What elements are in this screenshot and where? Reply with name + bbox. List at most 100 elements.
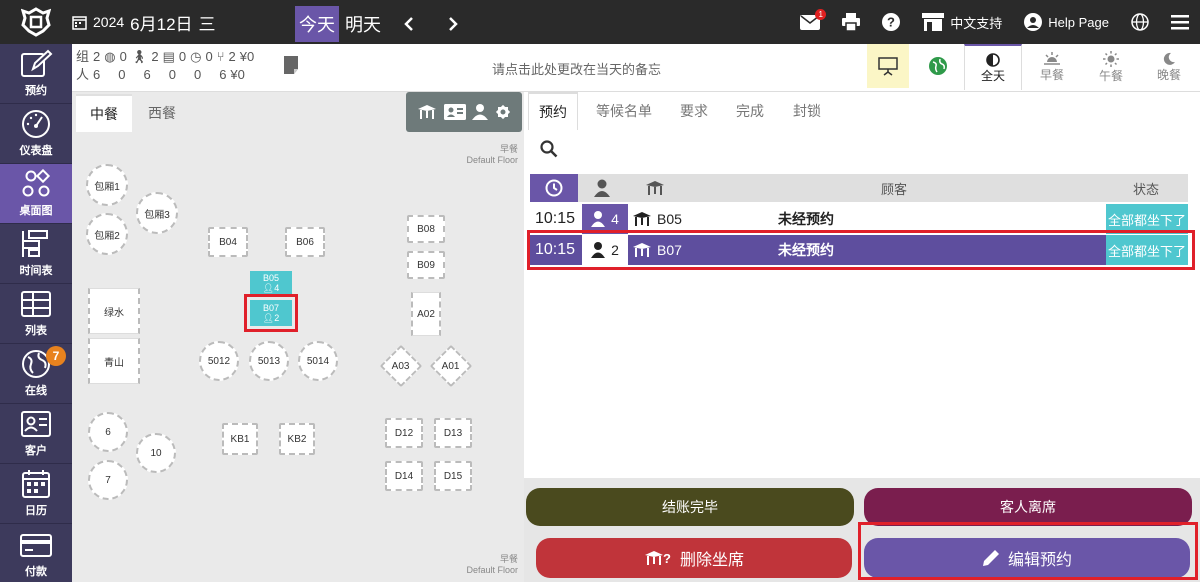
table-5012[interactable]: 5012 (199, 341, 239, 381)
table-5013[interactable]: 5013 (249, 341, 289, 381)
tomorrow-button[interactable]: 明天 (342, 6, 384, 42)
meal-tab-label: 全天 (980, 68, 1005, 83)
table-baoxiang1[interactable]: 包厢1 (86, 164, 128, 206)
floor-tab-chinese[interactable]: 中餐 (76, 94, 132, 132)
online-filter-button[interactable] (920, 44, 956, 88)
sidebar-item-online[interactable]: 在线 7 (0, 344, 72, 404)
table-baoxiang3[interactable]: 包厢3 (136, 192, 178, 234)
person-icon[interactable] (472, 104, 489, 120)
table-label: KB1 (230, 433, 250, 445)
prev-day-button[interactable] (394, 6, 424, 42)
year: 2024 (93, 14, 125, 30)
table-7[interactable]: 7 (88, 460, 128, 500)
floor-tools (406, 92, 522, 132)
table-label: B08 (417, 223, 435, 235)
globe-small-icon: ◍ (104, 49, 116, 64)
calendar-icon (72, 15, 87, 30)
table-b09[interactable]: B09 (407, 251, 445, 279)
table-question-icon: ? (644, 551, 671, 566)
menu-button[interactable] (1160, 0, 1200, 44)
stat-value: 0 (205, 49, 213, 64)
table-6[interactable]: 6 (88, 412, 128, 452)
tab-waitlist[interactable]: 等候名单 (596, 92, 652, 130)
sidebar-item-calendar[interactable]: 日历 (0, 464, 72, 524)
table-d13[interactable]: D13 (434, 418, 472, 448)
sidebar-item-customers[interactable]: 客户 (0, 404, 72, 464)
top-bar: 2024 6月12日 三 今天 明天 1 ? 中文支持 Help Page (0, 0, 1200, 44)
floor-tab-western[interactable]: 西餐 (134, 94, 190, 132)
sort-time-header[interactable] (530, 174, 578, 202)
table-tool-icon[interactable] (417, 104, 437, 120)
id-card-icon[interactable] (443, 104, 466, 120)
search-bar[interactable] (528, 130, 1200, 168)
help-page-link[interactable]: Help Page (1013, 0, 1120, 44)
help-button[interactable]: ? (871, 0, 911, 44)
tab-blocked[interactable]: 封锁 (793, 92, 821, 130)
sidebar-item-floor-map[interactable]: 桌面图 (0, 164, 72, 224)
meal-tab-label: 午餐 (1098, 68, 1123, 83)
app-logo[interactable] (0, 0, 72, 44)
table-10[interactable]: 10 (136, 433, 176, 473)
table-qingshan[interactable]: 青山 (88, 338, 140, 384)
hamburger-icon (1171, 15, 1189, 30)
presentation-button[interactable] (867, 44, 909, 88)
meal-tab-all-day[interactable]: 全天 (964, 44, 1022, 90)
table-b08[interactable]: B08 (407, 215, 445, 243)
sidebar-item-reservations[interactable]: 预约 (0, 44, 72, 104)
stat-label-people: 人 (76, 67, 90, 82)
print-button[interactable] (831, 0, 871, 44)
table-b05[interactable]: B05 👤︎4 (250, 271, 292, 295)
table-d12[interactable]: D12 (385, 418, 423, 448)
table-d14[interactable]: D14 (385, 461, 423, 491)
sort-guests-header[interactable] (578, 174, 626, 202)
table-label: 包厢1 (94, 181, 120, 193)
status-header[interactable]: 状态 (1104, 174, 1188, 202)
tab-completed[interactable]: 完成 (736, 92, 764, 130)
date-picker[interactable]: 2024 6月12日 三 (72, 0, 216, 44)
sidebar-item-dashboard[interactable]: 仪表盘 (0, 104, 72, 164)
person-icon (594, 179, 610, 197)
half-circle-icon (986, 52, 1000, 67)
gear-layout-icon[interactable] (495, 104, 511, 120)
guest-leave-button[interactable]: 客人离席 (864, 488, 1192, 526)
meal-tab-lunch[interactable]: 午餐 (1082, 44, 1140, 90)
sidebar-item-payment[interactable]: 付款 (0, 524, 72, 584)
table-lvshui[interactable]: 绿水 (88, 288, 140, 334)
messages-button[interactable]: 1 (789, 0, 831, 44)
sidebar-item-list[interactable]: 列表 (0, 284, 72, 344)
floor-meal-label: 早餐 (499, 144, 518, 154)
table-5014[interactable]: 5014 (298, 341, 338, 381)
table-icon (21, 291, 51, 317)
logo-icon (21, 7, 51, 37)
table-b04[interactable]: B04 (208, 227, 248, 257)
table-label: 包厢2 (94, 230, 120, 242)
guest-count: 👤︎4 (262, 283, 280, 293)
table-kb1[interactable]: KB1 (222, 423, 258, 455)
table-icon (633, 212, 651, 226)
checkout-button[interactable]: 结账完毕 (526, 488, 854, 526)
tab-requests[interactable]: 要求 (680, 92, 708, 130)
table-a03[interactable]: A03 (379, 344, 423, 388)
sort-table-header[interactable] (626, 174, 684, 202)
table-label: 青山 (104, 357, 124, 369)
meal-tab-breakfast[interactable]: 早餐 (1023, 44, 1081, 90)
message-badge: 1 (815, 9, 827, 20)
customer-header[interactable]: 顾客 (684, 174, 1104, 202)
today-button[interactable]: 今天 (295, 6, 339, 42)
highlight-edit-button (858, 522, 1198, 580)
meal-tab-dinner[interactable]: 晚餐 (1140, 44, 1198, 90)
daily-memo[interactable]: 请点击此处更改在当天的备忘 (492, 59, 661, 78)
language-button[interactable]: 中文支持 (911, 0, 1013, 44)
printer-icon (842, 13, 861, 31)
table-kb2[interactable]: KB2 (279, 423, 315, 455)
globe-button[interactable] (1120, 0, 1160, 44)
delete-seat-button[interactable]: ? 删除坐席 (536, 538, 852, 578)
table-b06[interactable]: B06 (285, 227, 325, 257)
table-a02[interactable]: A02 (411, 292, 441, 336)
tab-reservations[interactable]: 预约 (528, 92, 578, 130)
table-d15[interactable]: D15 (434, 461, 472, 491)
table-a01[interactable]: A01 (429, 344, 473, 388)
table-baoxiang2[interactable]: 包厢2 (86, 213, 128, 255)
next-day-button[interactable] (438, 6, 468, 42)
sidebar-item-timeline[interactable]: 时间表 (0, 224, 72, 284)
